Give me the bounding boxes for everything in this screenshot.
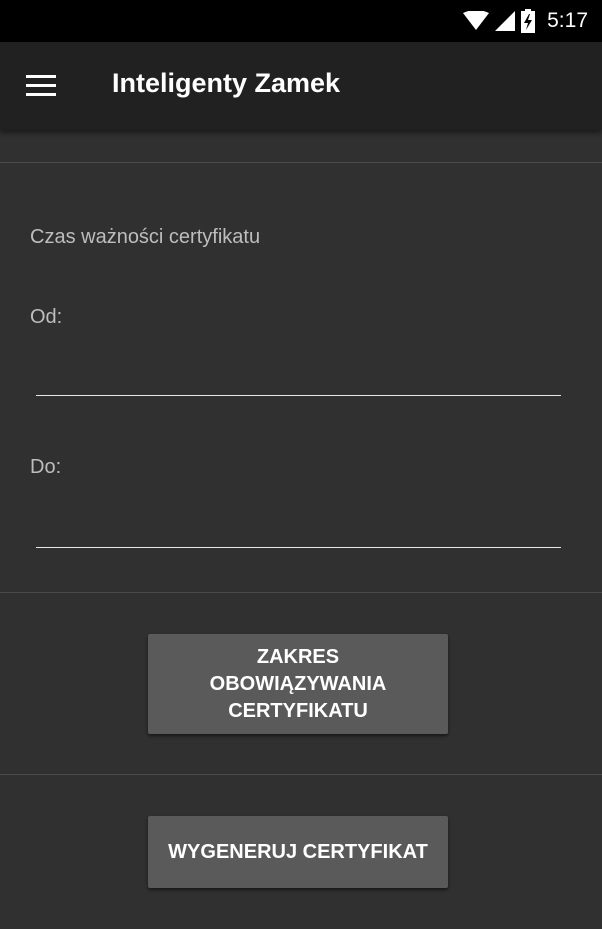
divider-middle [0,592,602,593]
from-date-input[interactable] [36,362,561,396]
wifi-icon [463,11,490,31]
generate-certificate-button[interactable]: WYGENERUJ CERTYFIKAT [148,816,448,888]
cellular-signal-icon [495,11,516,31]
battery-charging-icon [521,9,536,33]
divider-bottom [0,774,602,775]
certificate-validity-label: Czas ważności certyfikatu [30,226,261,248]
to-label: Do: [30,456,62,478]
status-time: 5:17 [547,9,588,32]
status-bar: 5:17 [0,0,602,42]
status-icons: 5:17 [463,0,588,42]
app-screen: 5:17 Inteligenty Zamek Czas ważności cer… [0,0,602,929]
from-label: Od: [30,306,63,328]
divider-top [0,162,602,163]
validity-range-button[interactable]: ZAKRES OBOWIĄZYWANIA CERTYFIKATU [148,634,448,734]
to-date-input[interactable] [36,514,561,548]
app-title: Inteligenty Zamek [112,68,341,98]
hamburger-menu-icon[interactable] [26,75,56,97]
app-bar: Inteligenty Zamek [0,42,602,130]
